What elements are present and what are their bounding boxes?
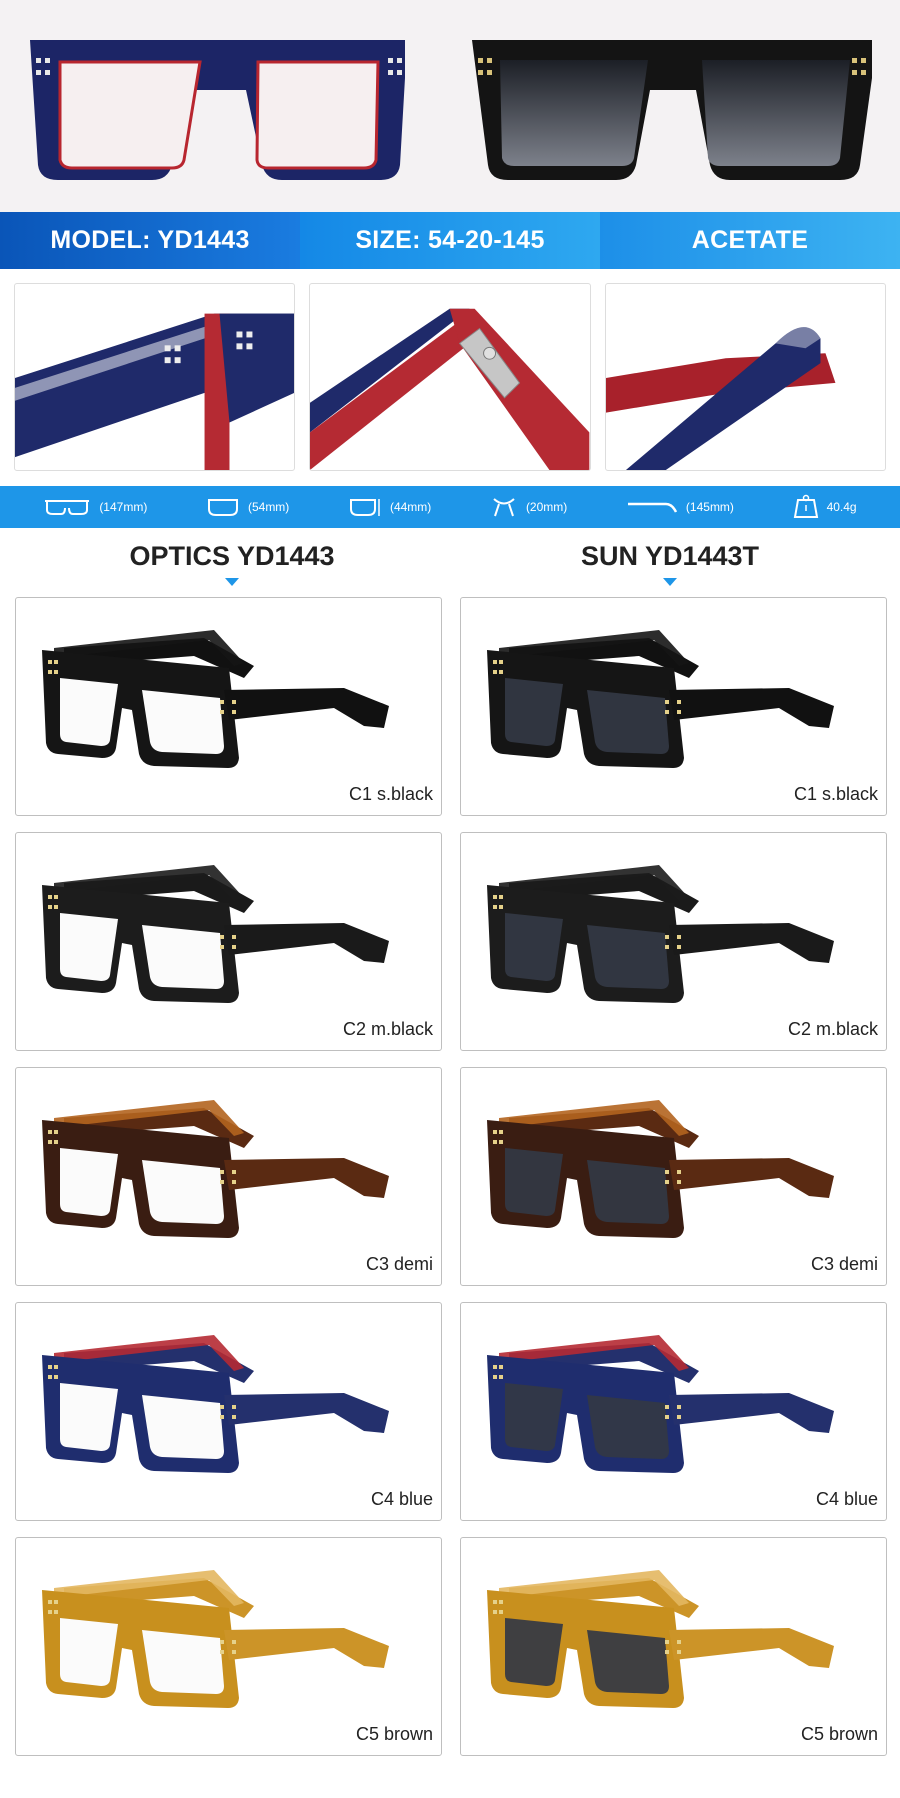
variant-label: C1 s.black — [793, 784, 878, 804]
hero-image — [0, 0, 900, 212]
detail-images — [14, 283, 886, 471]
sun-arrow-icon — [663, 578, 677, 586]
sun-variant-card[interactable]: C3 demi — [460, 1067, 887, 1286]
measurement-bar: (147mm) (54mm) (44mm) (20mm) (145mm) 40.… — [0, 486, 900, 528]
variant-label: C5 brown — [355, 1724, 433, 1744]
variant-label: C3 demi — [810, 1254, 878, 1274]
optics-variant-card[interactable]: C3 demi — [15, 1067, 442, 1286]
variant-label: C3 demi — [365, 1254, 433, 1274]
variant-label: C4 blue — [370, 1489, 433, 1509]
measure-lens-height: (44mm) — [348, 496, 431, 518]
optics-glasses-image — [42, 865, 389, 1003]
variant-label: C2 m.black — [342, 1019, 433, 1039]
variant-grid: C1 s.black C1 s.black C2 m.black C2 m.black… — [15, 597, 887, 1772]
detail-temple — [604, 283, 886, 471]
sun-variant-card[interactable]: C5 brown — [460, 1537, 887, 1756]
measure-lens-width: (54mm) — [206, 496, 289, 518]
optics-heading: OPTICS YD1443 — [12, 541, 452, 586]
optics-variant-card[interactable]: C5 brown — [15, 1537, 442, 1756]
measure-bridge: (20mm) — [490, 496, 567, 518]
frame-width-icon — [43, 496, 91, 518]
sun-variant-card[interactable]: C4 blue — [460, 1302, 887, 1521]
optics-glasses-image — [42, 1570, 389, 1708]
measure-weight: 40.4g — [793, 494, 857, 520]
hero-blue-frame — [30, 40, 405, 180]
variant-label: C4 blue — [815, 1489, 878, 1509]
variant-row: C1 s.black C1 s.black — [15, 597, 887, 816]
sun-variant-card[interactable]: C1 s.black — [460, 597, 887, 816]
temple-length-icon — [626, 496, 678, 518]
variant-row: C2 m.black C2 m.black — [15, 832, 887, 1051]
weight-scale-icon — [793, 494, 819, 520]
sun-glasses-image — [487, 1100, 834, 1238]
sun-variant-card[interactable]: C2 m.black — [460, 832, 887, 1051]
variant-row: C5 brown C5 brown — [15, 1537, 887, 1756]
measure-temple-length: (145mm) — [626, 496, 734, 518]
optics-glasses-image — [42, 630, 389, 768]
bridge-icon — [490, 496, 518, 518]
optics-title: OPTICS YD1443 — [129, 541, 335, 571]
variant-row: C3 demi C3 demi — [15, 1067, 887, 1286]
optics-glasses-image — [42, 1100, 389, 1238]
lens-width-icon — [206, 496, 240, 518]
measure-frame-width: (147mm) — [43, 496, 147, 518]
optics-arrow-icon — [225, 578, 239, 586]
variant-label: C2 m.black — [787, 1019, 878, 1039]
size-label: SIZE: 54-20-145 — [300, 212, 600, 269]
variant-label: C1 s.black — [348, 784, 433, 804]
variant-row: C4 blue C4 blue — [15, 1302, 887, 1521]
spec-banner: MODEL: YD1443 SIZE: 54-20-145 ACETATE — [0, 212, 900, 269]
lens-height-icon — [348, 496, 382, 518]
detail-hinge — [309, 283, 591, 471]
sun-glasses-image — [487, 865, 834, 1003]
optics-variant-card[interactable]: C2 m.black — [15, 832, 442, 1051]
variant-label: C5 brown — [800, 1724, 878, 1744]
model-label: MODEL: YD1443 — [0, 212, 300, 269]
sun-heading: SUN YD1443T — [450, 541, 890, 586]
hero-black-frame — [472, 40, 872, 180]
sun-glasses-image — [487, 630, 834, 768]
sun-glasses-image — [487, 1335, 834, 1473]
optics-glasses-image — [42, 1335, 389, 1473]
material-label: ACETATE — [600, 212, 900, 269]
sun-glasses-image — [487, 1570, 834, 1708]
optics-variant-card[interactable]: C1 s.black — [15, 597, 442, 816]
detail-front-corner — [14, 283, 296, 471]
sun-title: SUN YD1443T — [580, 541, 760, 571]
optics-variant-card[interactable]: C4 blue — [15, 1302, 442, 1521]
